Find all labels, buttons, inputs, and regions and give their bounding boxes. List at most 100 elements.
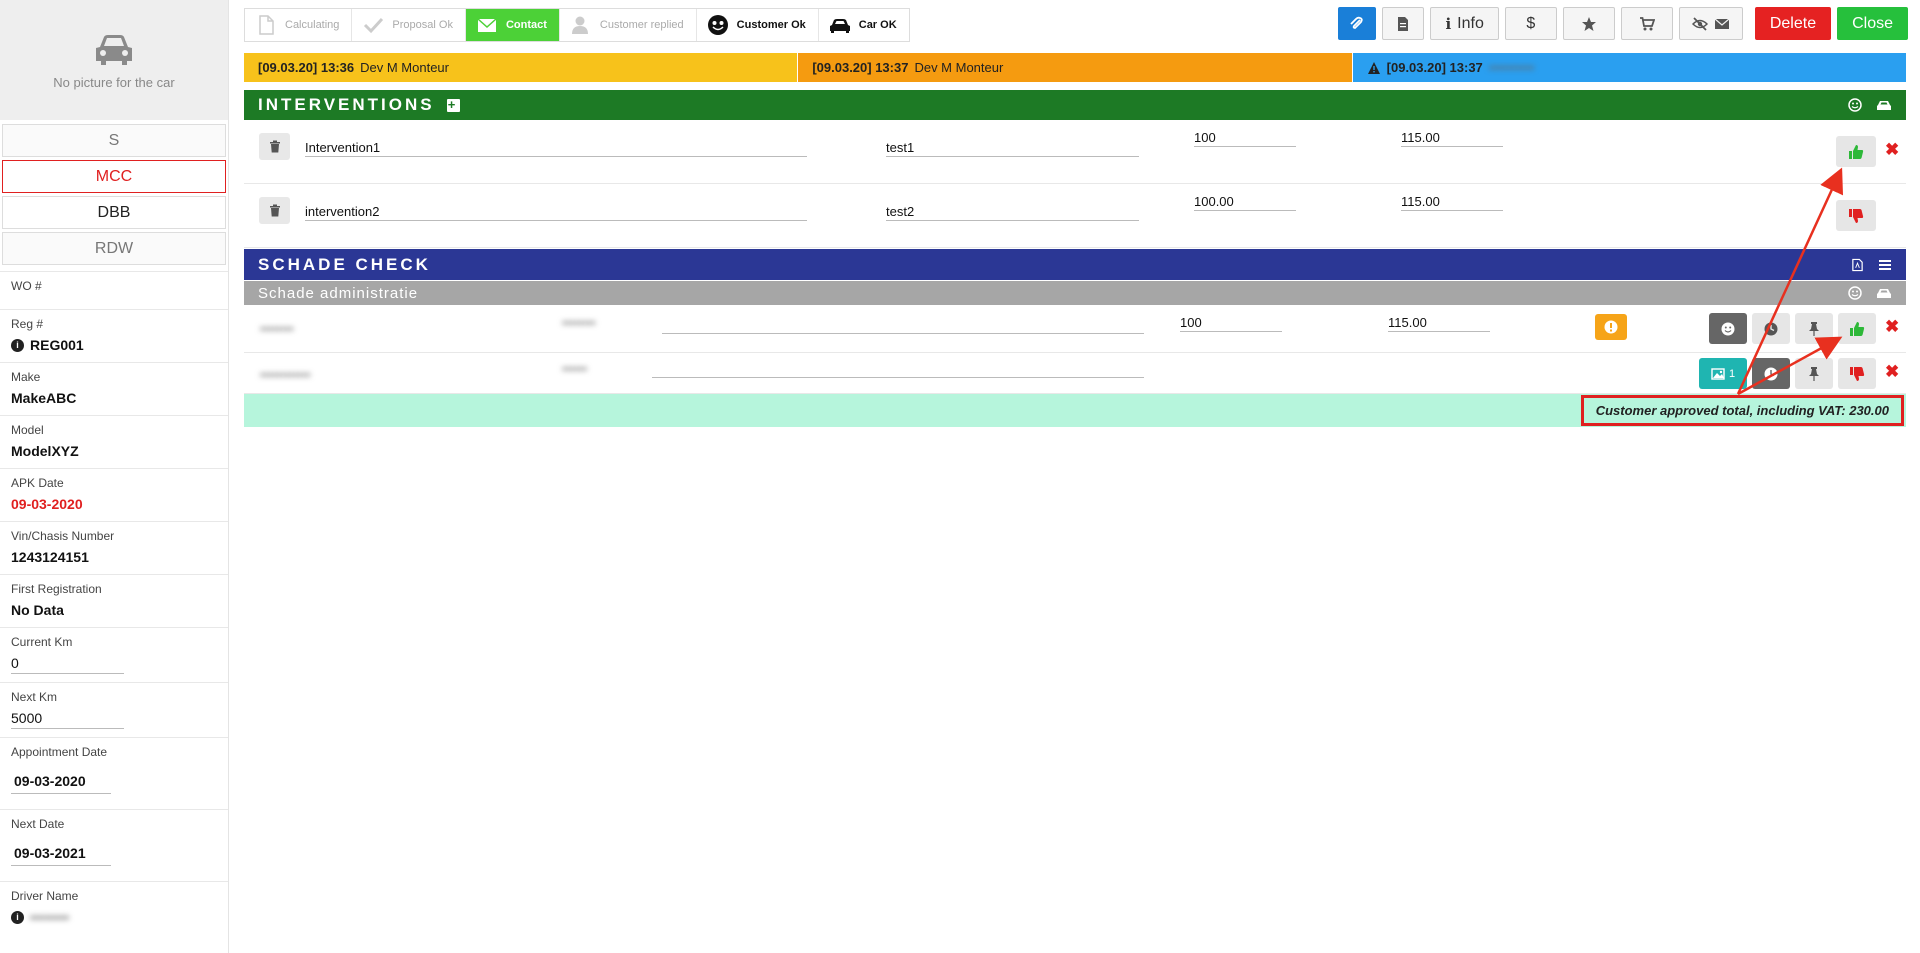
- intervention-desc-input[interactable]: test2: [886, 204, 1139, 221]
- document-button[interactable]: [1382, 7, 1425, 40]
- schade-check-title: SCHADE CHECK: [258, 254, 431, 274]
- interventions-header: INTERVENTIONS +: [244, 90, 1906, 120]
- menu-icon[interactable]: [1878, 258, 1892, 272]
- vehicle-fields: WO # Reg # i REG001 Make MakeABC Model Mo…: [0, 271, 228, 934]
- intervention-name-input[interactable]: Intervention1: [305, 140, 807, 157]
- log-entry[interactable]: [09.03.20] 13:37 Dev M Monteur: [798, 53, 1353, 82]
- field-next-km: Next Km 5000: [0, 682, 228, 737]
- field-label: First Registration: [11, 582, 102, 596]
- step-calculating[interactable]: Calculating: [245, 9, 353, 41]
- step-contact[interactable]: Contact: [465, 9, 560, 41]
- appointment-date-input[interactable]: 09-03-2020: [11, 765, 111, 794]
- step-label: Car OK: [858, 19, 897, 31]
- pdf-icon[interactable]: [1851, 258, 1864, 272]
- first-registration-value: No Data: [11, 602, 64, 618]
- schade-administratie-header: Schade administratie: [244, 281, 1906, 305]
- intervention-desc-input[interactable]: test1: [886, 140, 1139, 157]
- thumbs-down-icon: [1850, 366, 1865, 381]
- field-wo: WO #: [0, 271, 228, 309]
- interventions-title: INTERVENTIONS: [258, 95, 435, 114]
- schade-subtitle: Schade administratie: [258, 284, 419, 302]
- star-button[interactable]: [1562, 7, 1615, 40]
- pin-button[interactable]: [1795, 313, 1833, 344]
- intervention-price-input[interactable]: 100.00: [1194, 194, 1296, 211]
- next-km-input[interactable]: 5000: [11, 710, 124, 729]
- step-proposal-ok[interactable]: Proposal Ok: [352, 9, 466, 41]
- schade-desc-line[interactable]: [652, 376, 1144, 378]
- remove-x-icon[interactable]: ✖: [1885, 317, 1899, 337]
- customer-approved-total: Customer approved total, including VAT: …: [1580, 395, 1904, 426]
- schade-desc-line[interactable]: [662, 332, 1144, 334]
- field-apk: APK Date 09-03-2020: [0, 468, 228, 521]
- exclamation-icon: [1604, 320, 1618, 334]
- smile-icon[interactable]: [1848, 286, 1862, 300]
- intervention-total-input[interactable]: 115.00: [1401, 194, 1503, 211]
- step-label: Contact: [505, 19, 547, 31]
- tab-mcc[interactable]: MCC: [2, 160, 226, 193]
- paperclip-icon: [1350, 16, 1364, 29]
- delete-row-button[interactable]: [259, 133, 290, 160]
- intervention-name-input[interactable]: intervention2: [305, 204, 807, 221]
- photos-button[interactable]: 1: [1699, 358, 1747, 389]
- reject-button[interactable]: [1838, 358, 1876, 389]
- customer-smile-button[interactable]: [1709, 313, 1747, 344]
- schade-row: •••••••• •••••••• 100 115.00 ✖: [244, 306, 1906, 353]
- trash-icon: [269, 204, 280, 217]
- delete-row-button[interactable]: [259, 197, 290, 224]
- info-button[interactable]: i Info: [1430, 7, 1499, 40]
- remove-x-icon[interactable]: ✖: [1885, 140, 1899, 160]
- step-car-ok[interactable]: Car OK: [819, 9, 909, 41]
- approve-button[interactable]: [1836, 136, 1876, 167]
- approve-button[interactable]: [1838, 313, 1876, 344]
- tab-s[interactable]: S: [2, 124, 226, 157]
- make-value: MakeABC: [11, 390, 77, 406]
- log-entry[interactable]: [09.03.20] 13:37 ••••••••••: [1352, 53, 1906, 82]
- attach-button[interactable]: [1338, 7, 1377, 40]
- schade-desc: ••••••••: [562, 316, 596, 330]
- smile-icon[interactable]: [1848, 98, 1862, 112]
- intervention-total-input[interactable]: 115.00: [1401, 130, 1503, 147]
- add-intervention-icon[interactable]: +: [446, 98, 460, 112]
- remove-x-icon[interactable]: ✖: [1885, 362, 1899, 382]
- delete-button[interactable]: Delete: [1754, 7, 1832, 40]
- log-entry[interactable]: [09.03.20] 13:36 Dev M Monteur: [244, 53, 799, 82]
- field-vin: Vin/Chasis Number 1243124151: [0, 521, 228, 574]
- visibility-mail-button[interactable]: [1678, 7, 1743, 40]
- next-date-input[interactable]: 09-03-2021: [11, 837, 111, 866]
- action-toolbar: i Info $ Delete Close: [1338, 7, 1908, 40]
- model-value: ModelXYZ: [11, 443, 79, 459]
- workflow-steps: Calculating Proposal Ok Contact Customer…: [244, 8, 910, 42]
- info-icon[interactable]: i: [11, 338, 24, 352]
- log-user: Dev M Monteur: [360, 60, 449, 75]
- info-icon[interactable]: i: [11, 910, 24, 924]
- user-icon: [571, 16, 588, 34]
- warning-button[interactable]: [1595, 314, 1627, 340]
- field-next-date: Next Date 09-03-2021: [0, 809, 228, 881]
- history-button[interactable]: [1752, 358, 1790, 389]
- close-button[interactable]: Close: [1837, 7, 1908, 40]
- star-icon: [1581, 16, 1596, 31]
- warning-icon: [1367, 61, 1380, 74]
- reject-button[interactable]: [1836, 200, 1876, 231]
- field-label: Next Km: [11, 690, 58, 704]
- schade-name: ••••••••: [260, 322, 294, 336]
- tab-dbb[interactable]: DBB: [2, 196, 226, 229]
- app-root: No picture for the car S MCC DBB RDW WO …: [0, 0, 1920, 953]
- pin-button[interactable]: [1795, 358, 1833, 389]
- intervention-price-input[interactable]: 100: [1194, 130, 1296, 147]
- tab-rdw[interactable]: RDW: [2, 232, 226, 265]
- clock-button[interactable]: [1752, 313, 1790, 344]
- car-icon[interactable]: [1876, 98, 1892, 112]
- field-appointment-date: Appointment Date 09-03-2020: [0, 737, 228, 809]
- schade-price-input[interactable]: 100: [1180, 315, 1282, 332]
- current-km-input[interactable]: 0: [11, 655, 124, 674]
- car-icon[interactable]: [1876, 286, 1892, 300]
- photo-count: 1: [1728, 367, 1736, 380]
- price-button[interactable]: $: [1504, 7, 1557, 40]
- cart-button[interactable]: [1620, 7, 1673, 40]
- step-customer-replied[interactable]: Customer replied: [560, 9, 697, 41]
- step-customer-ok[interactable]: Customer Ok: [697, 9, 819, 41]
- field-current-km: Current Km 0: [0, 627, 228, 682]
- log-user: ••••••••••: [1488, 60, 1535, 75]
- schade-total-input[interactable]: 115.00: [1388, 315, 1490, 332]
